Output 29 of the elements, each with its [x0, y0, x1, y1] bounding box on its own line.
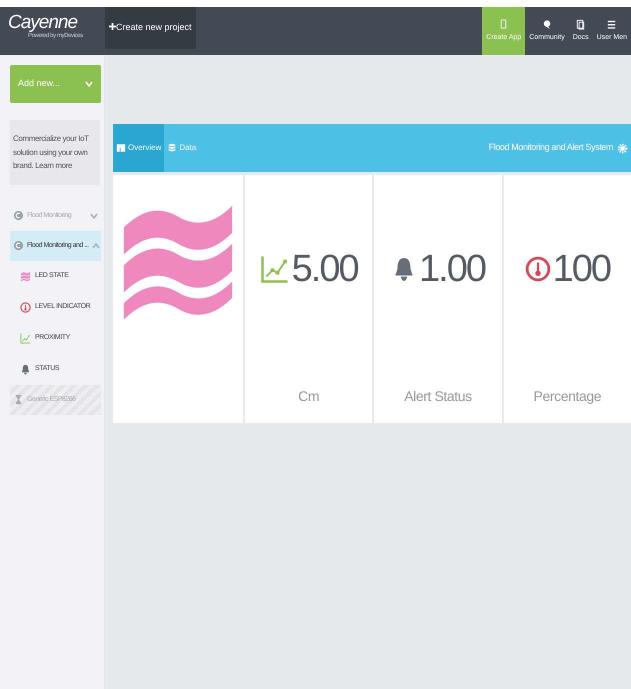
dashboard-icon [116, 143, 126, 153]
widget-label: Percentage [534, 387, 602, 406]
hourglass-icon [13, 394, 24, 406]
line-chart-icon [20, 332, 31, 344]
phone-icon [498, 18, 510, 30]
widget-value: 5.00 [292, 250, 358, 288]
widget-label: Alert Status [404, 387, 472, 406]
learn-more-link[interactable]: Learn more [35, 161, 72, 170]
database-icon [167, 143, 178, 153]
device-icon [13, 210, 24, 222]
widget-value: 100 [552, 250, 610, 288]
bell-icon [20, 364, 31, 375]
promo-text: Commercialize your IoT solution using your own brand. Learn more [10, 120, 100, 185]
widget-label: Cm [298, 387, 320, 406]
create-project-button[interactable]: Create new project [105, 7, 196, 49]
settings-icon[interactable] [617, 142, 628, 154]
plus-icon [109, 23, 116, 30]
widget-value: 1.00 [419, 250, 485, 288]
gauge-icon [524, 256, 551, 282]
waves-icon [20, 270, 31, 282]
logo: Cayenne [8, 13, 78, 32]
line-chart-icon [260, 254, 290, 284]
document-icon [575, 18, 586, 30]
gauge-icon [20, 302, 31, 313]
device-icon [13, 240, 24, 252]
menu-icon [606, 18, 618, 30]
caret-icon [85, 81, 93, 87]
project-title: Flood Monitoring and Alert System [488, 141, 614, 154]
chat-bubble-icon [542, 18, 552, 30]
